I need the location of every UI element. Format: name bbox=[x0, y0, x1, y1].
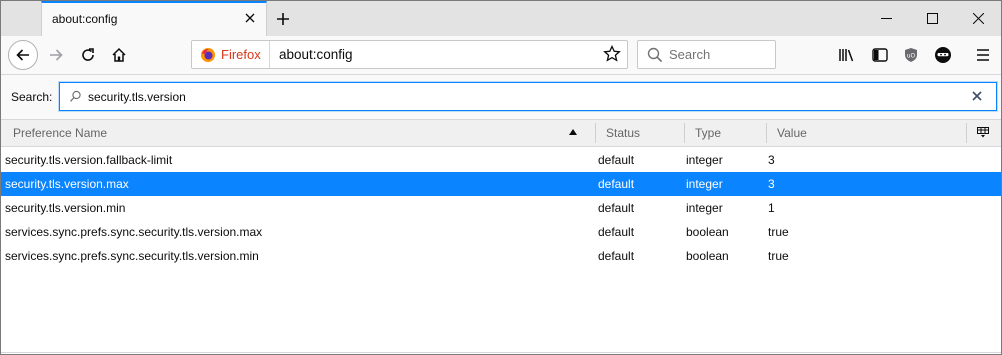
tab-close-icon[interactable] bbox=[242, 10, 258, 26]
navigation-toolbar: Firefox about:config Search uO bbox=[1, 36, 1001, 75]
table-row[interactable]: services.sync.prefs.sync.security.tls.ve… bbox=[1, 244, 1001, 268]
maximize-icon[interactable] bbox=[909, 1, 955, 36]
pref-type: boolean bbox=[686, 249, 729, 263]
column-picker-icon[interactable] bbox=[977, 127, 989, 141]
svg-text:uO: uO bbox=[907, 53, 916, 60]
filter-row: Search: security.tls.version bbox=[1, 75, 1001, 119]
pref-value: 3 bbox=[768, 177, 775, 191]
search-placeholder: Search bbox=[669, 47, 711, 62]
filter-search-icon bbox=[69, 90, 82, 106]
sidebar-toggle-icon[interactable] bbox=[870, 45, 890, 65]
table-row[interactable]: security.tls.version.min default integer… bbox=[1, 196, 1001, 220]
tab-strip: about:config bbox=[1, 1, 1001, 36]
minimize-icon[interactable] bbox=[863, 1, 909, 36]
url-text[interactable]: about:config bbox=[279, 47, 353, 62]
filter-label: Search: bbox=[11, 90, 53, 104]
pref-status: default bbox=[598, 153, 635, 167]
url-bar[interactable]: Firefox about:config bbox=[191, 40, 628, 69]
sort-ascending-icon bbox=[569, 129, 577, 135]
library-icon[interactable] bbox=[837, 45, 857, 65]
identity-box[interactable]: Firefox bbox=[192, 41, 270, 68]
column-header-status[interactable]: Status bbox=[606, 120, 640, 146]
column-separator[interactable] bbox=[595, 123, 596, 143]
search-icon bbox=[647, 47, 663, 66]
pref-status: default bbox=[598, 225, 635, 239]
column-separator[interactable] bbox=[766, 123, 767, 143]
ublock-origin-icon[interactable]: uO bbox=[901, 45, 921, 65]
firefox-logo-icon bbox=[200, 47, 216, 63]
reload-icon[interactable] bbox=[73, 40, 103, 70]
back-arrow-icon[interactable] bbox=[8, 40, 38, 70]
clear-filter-icon[interactable] bbox=[970, 89, 984, 103]
tab-about-config[interactable]: about:config bbox=[41, 1, 267, 36]
pref-status: default bbox=[598, 177, 635, 191]
column-header-preference-name[interactable]: Preference Name bbox=[13, 120, 107, 146]
pref-name: security.tls.version.max bbox=[5, 177, 129, 191]
pref-type: integer bbox=[686, 153, 723, 167]
pref-value: 1 bbox=[768, 201, 775, 215]
status-divider bbox=[1, 352, 1001, 353]
tab-title: about:config bbox=[52, 12, 118, 26]
preferences-table-header: Preference Name Status Type Value bbox=[1, 119, 1001, 147]
pref-type: integer bbox=[686, 177, 723, 191]
table-row[interactable]: services.sync.prefs.sync.security.tls.ve… bbox=[1, 220, 1001, 244]
pref-value: 3 bbox=[768, 153, 775, 167]
pref-name: services.sync.prefs.sync.security.tls.ve… bbox=[5, 249, 259, 263]
column-header-value[interactable]: Value bbox=[777, 120, 807, 146]
pref-name: security.tls.version.min bbox=[5, 201, 126, 215]
column-separator[interactable] bbox=[684, 123, 685, 143]
close-window-icon[interactable] bbox=[955, 1, 1001, 36]
pref-value: true bbox=[768, 249, 789, 263]
preferences-table-body: security.tls.version.fallback-limit defa… bbox=[1, 148, 1001, 268]
pref-value: true bbox=[768, 225, 789, 239]
pref-type: boolean bbox=[686, 225, 729, 239]
browser-window: about:config Firefox about:config Search… bbox=[0, 0, 1002, 355]
table-row-selected[interactable]: security.tls.version.max default integer… bbox=[1, 172, 1001, 196]
search-bar[interactable]: Search bbox=[637, 40, 776, 69]
home-icon[interactable] bbox=[104, 40, 134, 70]
identity-label: Firefox bbox=[221, 47, 261, 62]
pref-status: default bbox=[598, 201, 635, 215]
filter-input-value[interactable]: security.tls.version bbox=[88, 90, 186, 104]
column-separator[interactable] bbox=[966, 123, 967, 143]
table-row[interactable]: security.tls.version.fallback-limit defa… bbox=[1, 148, 1001, 172]
hamburger-menu-icon[interactable] bbox=[973, 45, 993, 65]
filter-input[interactable]: security.tls.version bbox=[59, 82, 997, 111]
pref-name: services.sync.prefs.sync.security.tls.ve… bbox=[5, 225, 263, 239]
forward-arrow-icon[interactable] bbox=[41, 40, 71, 70]
pref-name: security.tls.version.fallback-limit bbox=[5, 153, 173, 167]
extension-ninja-icon[interactable] bbox=[933, 45, 953, 65]
pref-type: integer bbox=[686, 201, 723, 215]
column-header-type[interactable]: Type bbox=[695, 120, 721, 146]
bookmark-star-icon[interactable] bbox=[603, 44, 621, 63]
pref-status: default bbox=[598, 249, 635, 263]
new-tab-plus-icon[interactable] bbox=[271, 7, 295, 31]
